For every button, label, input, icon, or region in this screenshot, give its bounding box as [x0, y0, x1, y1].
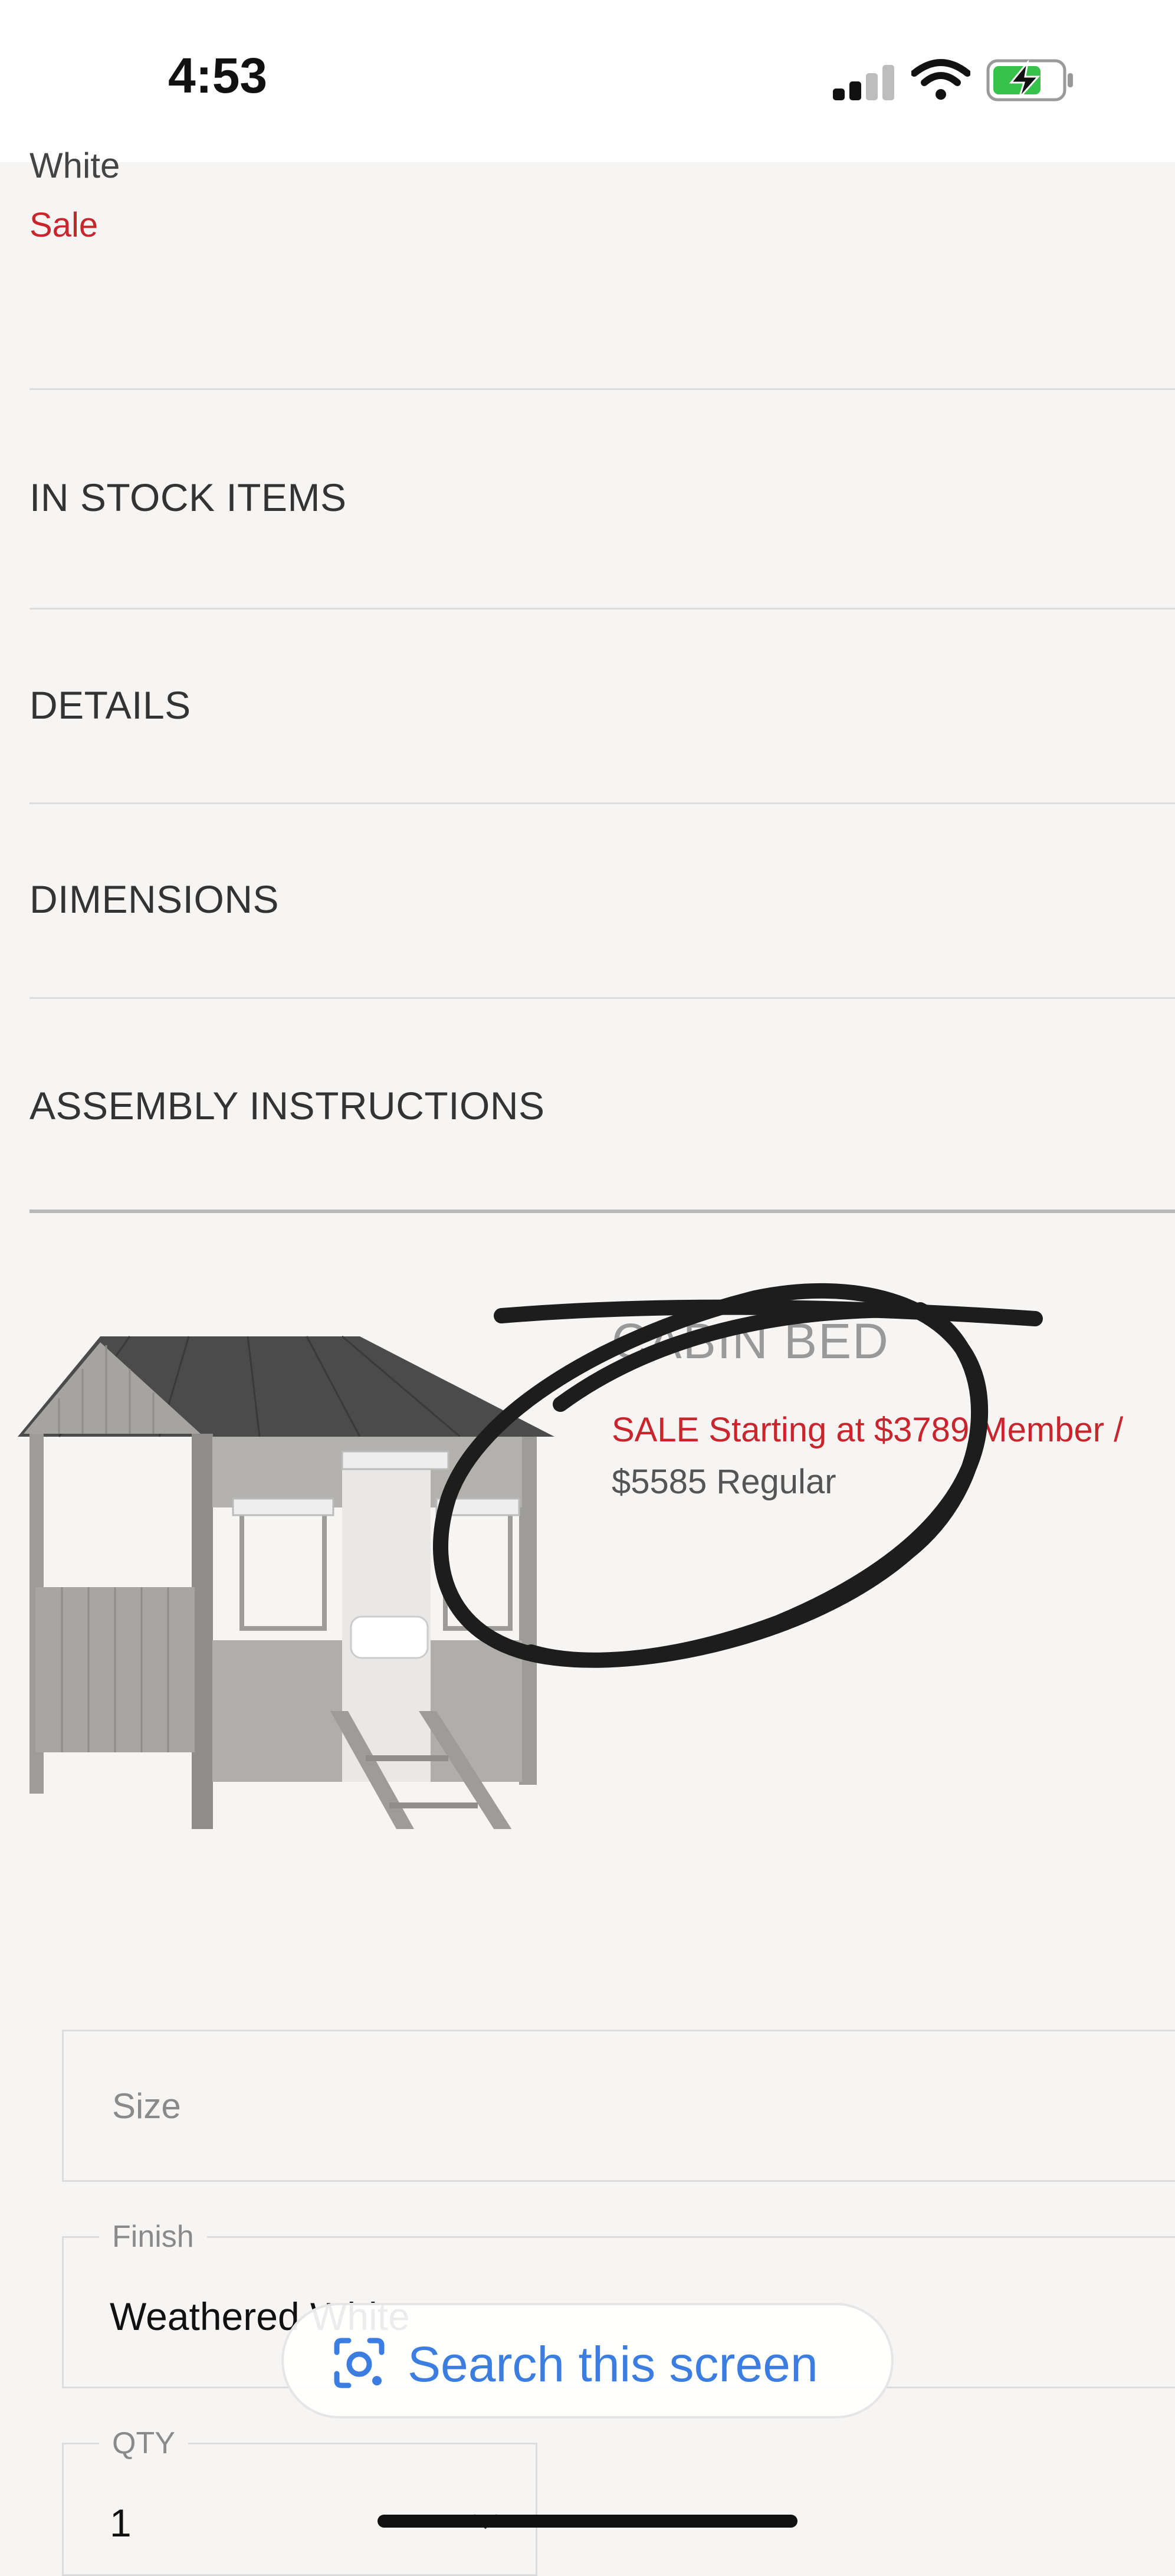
lens-camera-icon	[334, 2338, 385, 2388]
divider	[29, 608, 1175, 609]
quantity-select[interactable]: QTY 1	[62, 2426, 537, 2576]
home-indicator[interactable]	[378, 2515, 797, 2528]
status-bar: 4:53	[0, 0, 1175, 162]
status-time: 4:53	[168, 48, 268, 103]
divider	[29, 1210, 1175, 1213]
qty-label: QTY	[99, 2426, 188, 2461]
qty-value: 1	[110, 2501, 132, 2545]
product-sale-price: SALE Starting at $3789 Member /	[612, 1411, 1124, 1449]
finish-summary-text: White	[29, 146, 120, 185]
divider	[29, 997, 1175, 999]
cellular-signal-icon	[833, 65, 894, 100]
search-this-screen-button[interactable]: Search this screen	[281, 2303, 894, 2418]
cabin-bed-product-image[interactable]	[12, 1310, 560, 1829]
size-placeholder: Size	[112, 2086, 181, 2126]
product-name[interactable]: CABIN BED	[612, 1313, 890, 1370]
size-select[interactable]: Size	[62, 2030, 1175, 2182]
sale-label: Sale	[29, 206, 99, 244]
accordion-dimensions[interactable]: DIMENSIONS	[29, 877, 279, 922]
wifi-icon	[911, 59, 970, 100]
search-this-screen-label: Search this screen	[408, 2336, 818, 2392]
accordion-details[interactable]: DETAILS	[29, 683, 191, 727]
divider	[29, 802, 1175, 804]
divider	[29, 388, 1175, 390]
battery-charging-icon	[986, 59, 1073, 101]
finish-label: Finish	[99, 2219, 207, 2254]
accordion-in-stock-items[interactable]: IN STOCK ITEMS	[29, 475, 347, 520]
product-regular-price: $5585 Regular	[612, 1463, 836, 1501]
accordion-assembly-instructions[interactable]: ASSEMBLY INSTRUCTIONS	[29, 1083, 545, 1128]
